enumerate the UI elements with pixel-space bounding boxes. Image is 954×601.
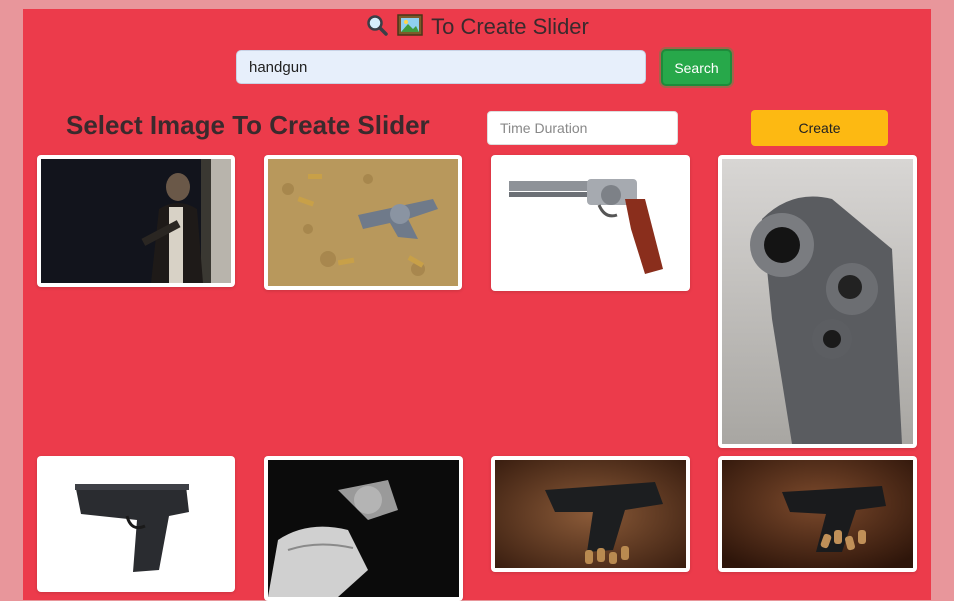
search-input-value: handgun <box>249 58 308 76</box>
time-duration-input[interactable]: Time Duration <box>487 111 678 145</box>
gallery-image-4[interactable] <box>718 155 917 448</box>
gallery-image-7[interactable] <box>491 456 690 572</box>
gallery-image-6[interactable] <box>264 456 463 601</box>
hand-revolver-image <box>268 460 459 597</box>
gallery-image-1[interactable] <box>37 155 235 287</box>
gallery-image-2[interactable] <box>264 155 462 290</box>
silver-revolver-image <box>495 159 686 287</box>
pistol-cartridges-image <box>722 460 913 568</box>
select-heading: Select Image To Create Slider <box>66 110 430 140</box>
time-duration-placeholder: Time Duration <box>500 120 588 136</box>
magnifier-icon <box>365 13 389 41</box>
pistol-table-image <box>495 460 686 568</box>
revolver-closeup-image <box>722 159 913 444</box>
picture-icon <box>397 14 423 40</box>
main-panel: To Create Slider handgun Search Select I… <box>23 9 931 601</box>
gallery-image-5[interactable] <box>37 456 235 592</box>
search-input[interactable]: handgun <box>236 50 646 84</box>
search-button[interactable]: Search <box>661 49 732 86</box>
create-button[interactable]: Create <box>751 110 888 146</box>
page-title: To Create Slider <box>23 13 931 41</box>
revolver-sand-image <box>268 159 458 286</box>
gallery-image-8[interactable] <box>718 456 917 572</box>
man-with-gun-image <box>41 159 231 283</box>
gallery-image-3[interactable] <box>491 155 690 291</box>
black-pistol-image <box>41 460 231 588</box>
title-text: To Create Slider <box>431 14 589 39</box>
